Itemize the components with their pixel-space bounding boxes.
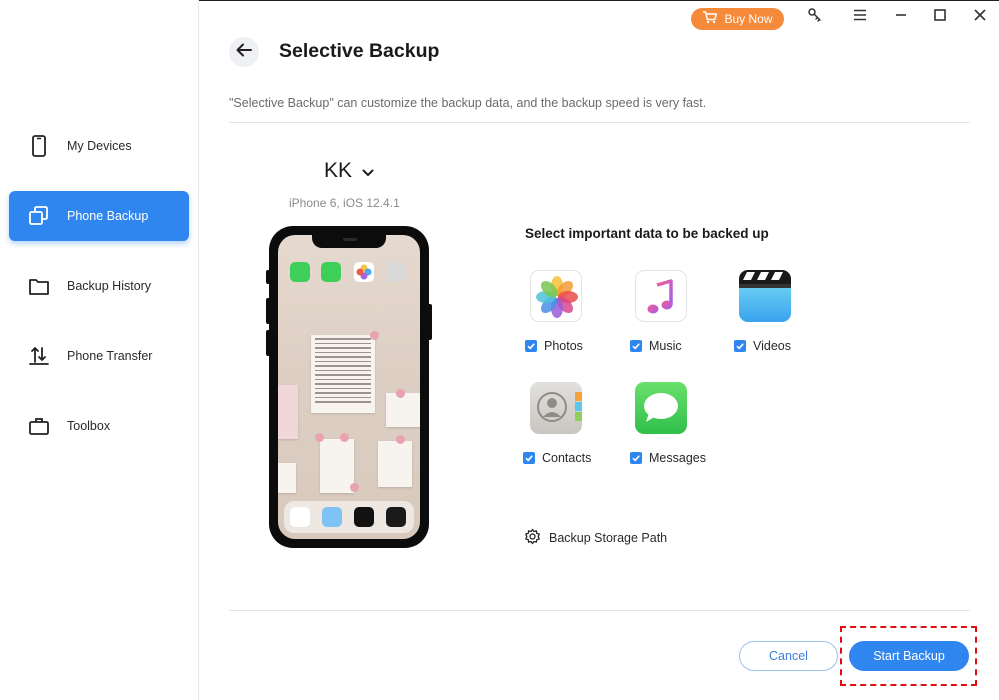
folder-icon	[27, 274, 51, 298]
data-section-title: Select important data to be backed up	[525, 226, 769, 241]
cancel-button[interactable]: Cancel	[739, 641, 838, 671]
device-model: iPhone 6, iOS 12.4.1	[289, 196, 400, 210]
sidebar-item-label: Phone Backup	[67, 209, 149, 223]
sidebar-item-phone-backup[interactable]: Phone Backup	[9, 191, 189, 241]
data-option-contacts: Contacts	[523, 382, 619, 482]
backup-storage-path-label: Backup Storage Path	[549, 531, 668, 545]
divider	[229, 122, 970, 123]
cart-icon	[702, 11, 718, 27]
device-name: KK	[324, 159, 353, 182]
divider	[229, 610, 970, 611]
back-button[interactable]	[229, 37, 259, 67]
photos-label: Photos	[544, 339, 583, 353]
minimize-button[interactable]	[890, 6, 912, 28]
window-top-border	[160, 0, 999, 1]
contacts-checkbox[interactable]: Contacts	[523, 451, 591, 465]
page-title: Selective Backup	[279, 40, 440, 62]
contacts-icon[interactable]	[530, 382, 582, 434]
copy-icon	[27, 204, 51, 228]
buy-now-label: Buy Now	[724, 12, 773, 26]
music-checkbox[interactable]: Music	[630, 339, 682, 353]
close-icon	[974, 8, 986, 26]
photos-icon[interactable]	[530, 270, 582, 322]
phone-preview-image	[266, 226, 432, 548]
start-backup-button[interactable]: Start Backup	[849, 641, 969, 671]
sidebar: My Devices Phone Backup Backup History P…	[0, 0, 199, 700]
checkbox-checked-icon	[525, 340, 537, 352]
sidebar-item-label: Phone Transfer	[67, 349, 153, 363]
data-option-music: Music	[630, 270, 726, 370]
hamburger-icon	[853, 8, 867, 26]
close-button[interactable]	[969, 6, 991, 28]
sidebar-item-label: Toolbox	[67, 419, 111, 433]
checkbox-checked-icon	[734, 340, 746, 352]
messages-icon[interactable]	[635, 382, 687, 434]
sidebar-item-my-devices[interactable]: My Devices	[9, 121, 189, 171]
data-option-photos: Photos	[525, 270, 621, 370]
videos-label: Videos	[753, 339, 791, 353]
maximize-button[interactable]	[929, 6, 951, 28]
key-icon	[807, 7, 823, 28]
device-selector[interactable]: KK	[324, 159, 374, 183]
checkbox-checked-icon	[630, 340, 642, 352]
backup-storage-path-link[interactable]: Backup Storage Path	[524, 528, 667, 548]
contacts-label: Contacts	[542, 451, 592, 465]
messages-checkbox[interactable]: Messages	[630, 451, 706, 465]
chevron-down-icon	[362, 159, 374, 183]
briefcase-icon	[27, 414, 51, 438]
app-window: My Devices Phone Backup Backup History P…	[0, 0, 999, 700]
sidebar-item-backup-history[interactable]: Backup History	[9, 261, 189, 311]
sidebar-item-phone-transfer[interactable]: Phone Transfer	[9, 331, 189, 381]
menu-button[interactable]	[849, 6, 871, 28]
phone-icon	[27, 134, 51, 158]
checkbox-checked-icon	[523, 452, 535, 464]
videos-icon[interactable]	[739, 270, 791, 322]
music-icon[interactable]	[635, 270, 687, 322]
page-description: "Selective Backup" can customize the bac…	[229, 96, 707, 110]
music-label: Music	[649, 339, 682, 353]
gear-icon	[524, 528, 541, 548]
arrow-left-icon	[236, 43, 252, 62]
buy-now-button[interactable]: Buy Now	[691, 8, 784, 30]
maximize-icon	[934, 8, 946, 26]
data-option-videos: Videos	[734, 270, 830, 370]
data-option-messages: Messages	[630, 382, 726, 482]
sidebar-item-toolbox[interactable]: Toolbox	[9, 401, 189, 451]
sidebar-item-label: Backup History	[67, 279, 152, 293]
checkbox-checked-icon	[630, 452, 642, 464]
sidebar-item-label: My Devices	[67, 139, 132, 153]
messages-label: Messages	[649, 451, 706, 465]
photos-checkbox[interactable]: Photos	[525, 339, 583, 353]
transfer-icon	[27, 344, 51, 368]
minimize-icon	[895, 8, 907, 26]
key-button[interactable]	[804, 6, 826, 28]
videos-checkbox[interactable]: Videos	[734, 339, 791, 353]
